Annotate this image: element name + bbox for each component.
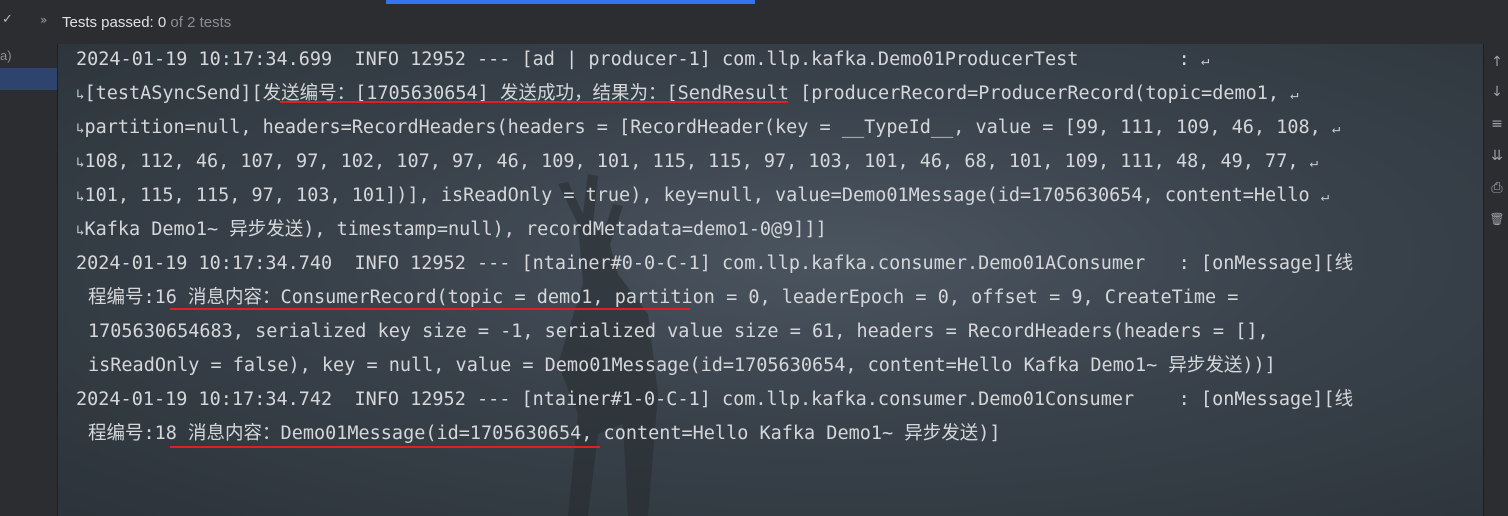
log-line: ↳101, 115, 115, 97, 103, 101])], isReadO… (76, 185, 1330, 206)
chevron-right-icon[interactable]: » (40, 13, 47, 27)
scroll-to-end-icon[interactable]: ⇊ (1489, 148, 1505, 166)
log-line: isReadOnly = false), key = null, value =… (88, 355, 1276, 376)
log-line: 2024-01-19 10:17:34.699 INFO 12952 --- [… (76, 49, 1210, 70)
log-line: 程编号:18 消息内容：Demo01Message(id=1705630654,… (88, 423, 1001, 444)
underline-annotation (170, 446, 600, 448)
soft-wrap-icon[interactable]: ≡ (1489, 116, 1505, 134)
print-icon[interactable]: ⎙ (1489, 180, 1505, 198)
log-line: 程编号:16 消息内容：ConsumerRecord(topic = demo1… (88, 287, 1250, 308)
status-prefix: Tests passed: (62, 14, 154, 31)
passed-count: 0 (157, 14, 167, 31)
log-line: 2024-01-19 10:17:34.742 INFO 12952 --- [… (76, 389, 1354, 410)
log-line: 2024-01-19 10:17:34.740 INFO 12952 --- [… (76, 253, 1354, 274)
up-arrow-icon[interactable]: ↑ (1489, 54, 1505, 72)
underline-annotation (170, 308, 690, 310)
test-results-toolbar: ✓ » Tests passed: 0 of 2 tests (0, 0, 1508, 44)
test-progress-bar (386, 0, 755, 4)
log-line: 1705630654683, serialized key size = -1,… (88, 321, 1280, 342)
down-arrow-icon[interactable]: ↓ (1489, 84, 1505, 102)
check-icon[interactable]: ✓ (2, 12, 13, 27)
test-tree-panel: a) (0, 44, 58, 516)
log-line: ↳Kafka Demo1~ 异步发送), timestamp=null), re… (76, 219, 827, 240)
console-output[interactable]: 2024-01-19 10:17:34.699 INFO 12952 --- [… (58, 44, 1483, 516)
log-line: ↳partition=null, headers=RecordHeaders(h… (76, 117, 1341, 138)
selected-test-row[interactable] (0, 68, 57, 90)
tests-status: Tests passed: 0 of 2 tests (62, 14, 231, 31)
test-tree-label: a) (0, 48, 12, 63)
log-line: ↳108, 112, 46, 107, 97, 102, 107, 97, 46… (76, 151, 1319, 172)
console-side-toolbar: ↑ ↓ ≡ ⇊ ⎙ 🗑 (1483, 44, 1508, 516)
log-line: ↳[testASyncSend][发送编号：[1705630654] 发送成功，… (76, 83, 1299, 104)
underline-annotation (280, 101, 788, 103)
total-tests: of 2 tests (170, 14, 232, 31)
trash-icon[interactable]: 🗑 (1489, 212, 1505, 230)
